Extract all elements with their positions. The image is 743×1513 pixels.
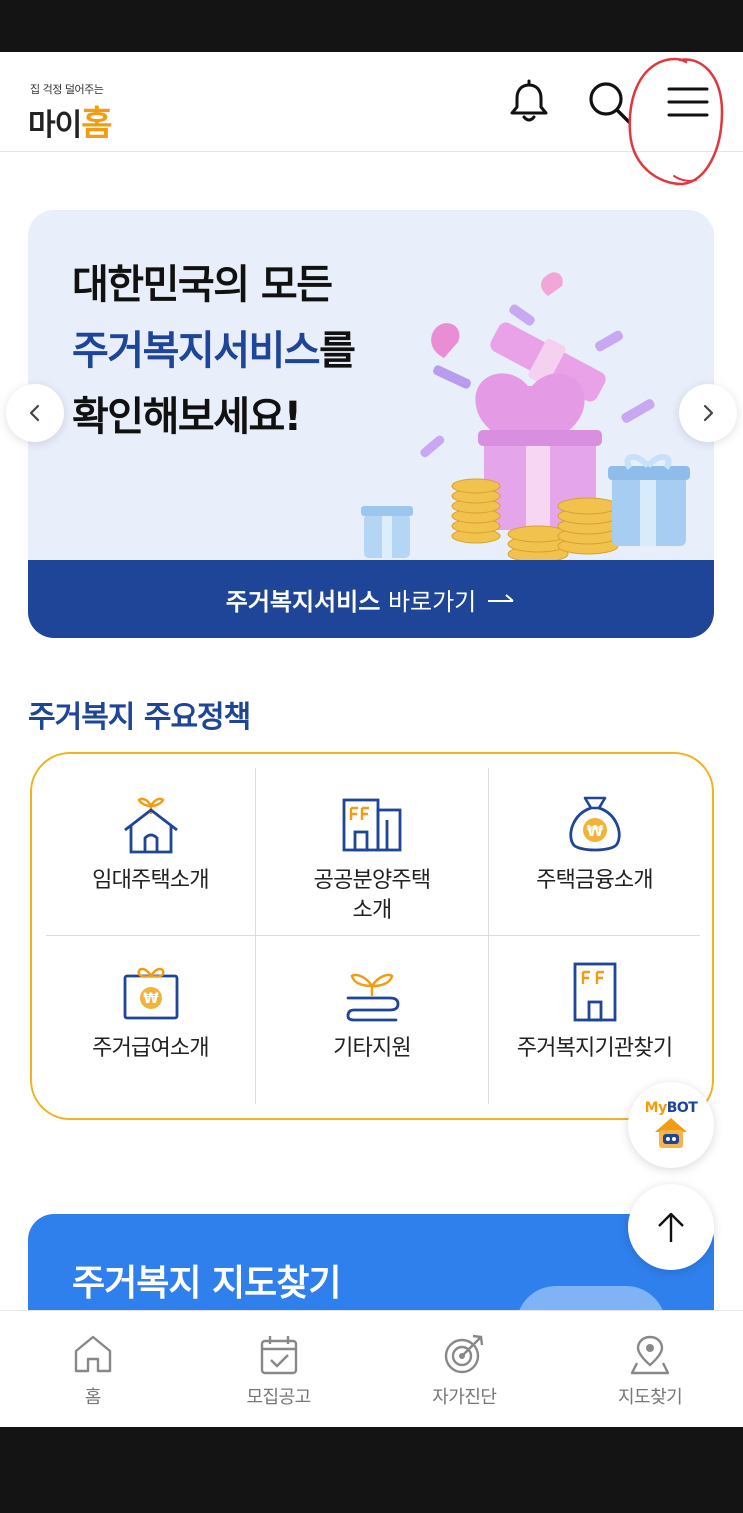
policy-rental-housing[interactable]: 임대주택소개 <box>46 768 256 936</box>
arrow-up-icon <box>658 1212 684 1242</box>
policy-housing-benefit[interactable]: ₩ 주거급여소개 <box>46 936 256 1104</box>
hamburger-menu-icon[interactable] <box>665 79 711 125</box>
carousel-prev-button[interactable] <box>6 384 64 442</box>
bottom-nav-recruitment[interactable]: 모집공고 <box>186 1311 372 1427</box>
arrow-right-icon <box>488 594 514 602</box>
svg-text:₩: ₩ <box>143 991 159 1007</box>
map-card-title: 주거복지 지도찾기 <box>72 1263 341 1304</box>
banner-cta-button[interactable]: 주거복지서비스 바로가기 <box>28 560 714 638</box>
bottom-navigation: 홈 모집공고 자가진단 지도찾기 <box>0 1310 743 1427</box>
policy-housing-finance[interactable]: ₩ 주택금융소개 <box>489 768 700 936</box>
banner-headline: 대한민국의 모든 주거복지서비스를 확인해보세요! <box>72 262 356 440</box>
bottom-nav-home[interactable]: 홈 <box>0 1311 186 1427</box>
policies-section-title: 주거복지 주요정책 <box>28 700 251 735</box>
status-bar <box>0 0 743 52</box>
chevron-left-icon <box>29 404 40 422</box>
app-header: 집 걱정 덜어주는 마이홈 <box>0 52 743 186</box>
myhome-logo[interactable]: 집 걱정 덜어주는 마이홈 <box>28 74 168 144</box>
home-icon <box>74 1335 112 1373</box>
policies-panel: 임대주택소개 공공분양주택 소개 ₩ 주택금융소개 ₩ 주거급여소개 기타지원 … <box>30 752 714 1120</box>
mybot-chat-button[interactable]: MyBOT <box>628 1082 714 1168</box>
app-screen: 집 걱정 덜어주는 마이홈 대한민국의 모든 주거복지서비스를 확인해보세요! … <box>0 52 743 1427</box>
notification-bell-icon[interactable] <box>506 79 552 125</box>
mybot-label: MyBOT <box>644 1100 698 1116</box>
logo-wordmark: 마이홈 <box>28 104 112 144</box>
search-icon[interactable] <box>586 79 632 125</box>
apartment-building-icon <box>342 798 402 852</box>
robot-house-icon <box>655 1118 687 1148</box>
svg-text:₩: ₩ <box>586 822 603 840</box>
sprout-icon <box>346 973 400 1022</box>
bottom-nav-self-diagnosis[interactable]: 자가진단 <box>372 1311 558 1427</box>
target-icon <box>445 1334 484 1374</box>
chevron-right-icon <box>703 404 714 422</box>
policy-find-institution[interactable]: 주거복지기관찾기 <box>489 936 700 1104</box>
money-bag-icon: ₩ <box>568 796 621 852</box>
scroll-to-top-button[interactable] <box>628 1184 714 1270</box>
carousel-next-button[interactable] <box>679 384 737 442</box>
bottom-nav-map[interactable]: 지도찾기 <box>557 1311 743 1427</box>
won-gift-box-icon: ₩ <box>123 967 178 1020</box>
hero-banner[interactable]: 대한민국의 모든 주거복지서비스를 확인해보세요! 주거복지서비스 바로가기 <box>28 210 714 638</box>
house-sprout-icon <box>123 797 178 854</box>
office-building-icon <box>573 962 616 1022</box>
map-pin-icon <box>630 1335 670 1375</box>
policy-public-sale-housing[interactable]: 공공분양주택 소개 <box>256 768 489 936</box>
gift-illustration <box>361 272 690 563</box>
policy-other-support[interactable]: 기타지원 <box>256 936 489 1104</box>
system-nav-bar <box>0 1427 743 1513</box>
calendar-check-icon <box>260 1336 297 1375</box>
logo-tagline: 집 걱정 덜어주는 <box>30 83 104 96</box>
